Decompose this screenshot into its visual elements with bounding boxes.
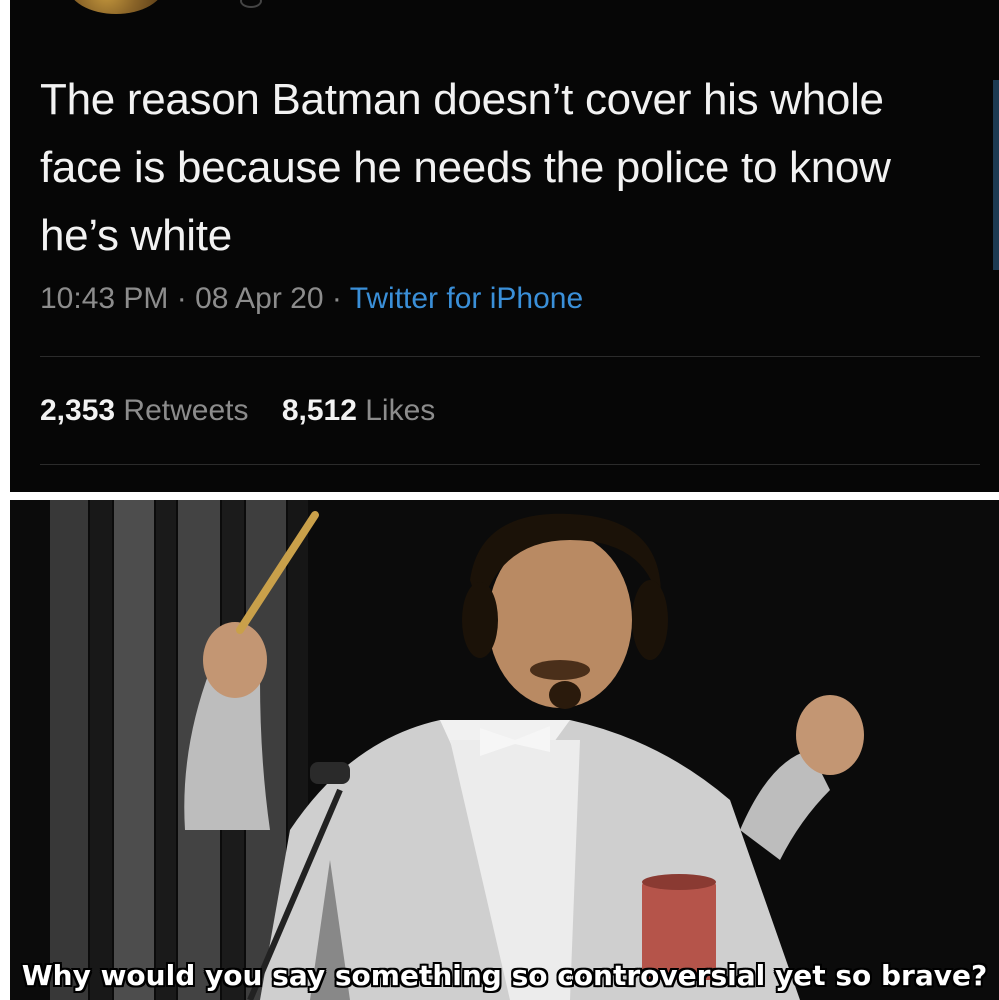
retweets-label: Retweets	[123, 394, 249, 427]
meme-caption: Why would you say something so controver…	[21, 959, 988, 992]
tweet-card: The reason Batman doesn’t cover his whol…	[10, 0, 999, 492]
tweet-meta: 10:43 PM · 08 Apr 20 · Twitter for iPhon…	[40, 282, 583, 316]
tweet-date: 08 Apr 20	[195, 282, 324, 315]
likes-stat[interactable]: 8,512 Likes	[282, 394, 435, 427]
verified-icon	[240, 0, 262, 8]
likes-label: Likes	[365, 394, 436, 427]
retweets-count: 2,353	[40, 394, 116, 427]
comedian-illustration	[10, 500, 999, 1000]
likes-count: 8,512	[281, 394, 357, 427]
meme-photo: Why would you say something so controver…	[10, 500, 999, 1000]
meta-separator: ·	[331, 282, 342, 315]
tweet-stats: 2,353 Retweets 8,512 Likes	[40, 394, 435, 428]
avatar[interactable]	[68, 0, 164, 14]
divider	[40, 464, 980, 465]
tweet-text: The reason Batman doesn’t cover his whol…	[40, 75, 891, 260]
tweet-time: 10:43 PM	[40, 282, 169, 315]
divider	[40, 356, 980, 357]
retweets-stat[interactable]: 2,353 Retweets	[40, 394, 248, 427]
tweet-source-link[interactable]: Twitter for iPhone	[350, 282, 583, 315]
meta-separator: ·	[176, 282, 187, 315]
scrollbar[interactable]	[993, 80, 999, 270]
